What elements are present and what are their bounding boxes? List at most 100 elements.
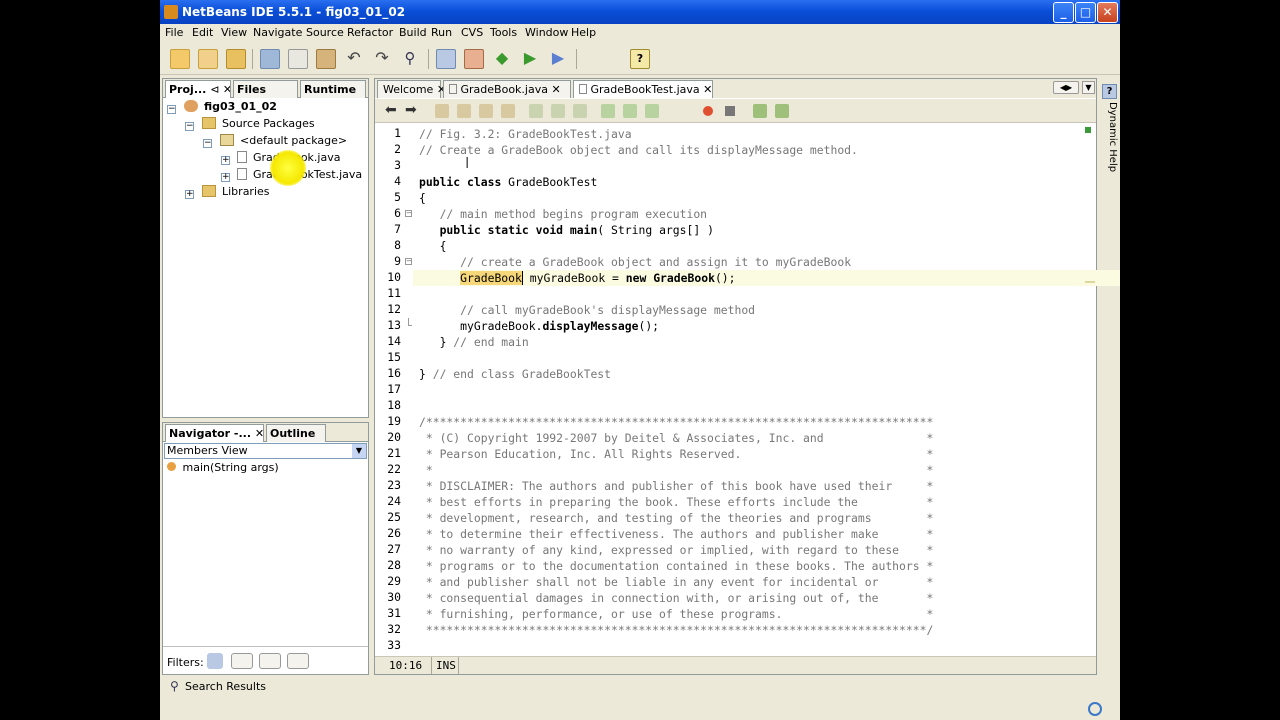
code-line[interactable]: * development, research, and testing of … — [419, 510, 934, 526]
tab-navigator[interactable]: Navigator -... ✕ — [165, 424, 264, 442]
tab-gradebooktest-java[interactable]: GradeBookTest.java ✕ — [573, 80, 713, 98]
code-line[interactable]: public class GradeBookTest — [419, 174, 597, 190]
code-line[interactable]: } // end class GradeBookTest — [419, 366, 611, 382]
code-line[interactable]: { — [419, 190, 426, 206]
menu-window[interactable]: Window — [525, 26, 568, 39]
find-next-icon[interactable] — [457, 104, 471, 118]
debug-icon[interactable]: ▶ — [520, 49, 540, 69]
code-area[interactable]: // Fig. 3.2: GradeBookTest.java// Create… — [413, 124, 1120, 654]
scroll-tabs-icon[interactable]: ◀▶ — [1053, 81, 1079, 94]
code-line[interactable]: // create a GradeBook object and assign … — [419, 254, 851, 270]
minimize-button[interactable]: _ — [1053, 2, 1074, 23]
tab-runtime[interactable]: Runtime — [300, 80, 366, 98]
forward-icon[interactable]: ➡ — [405, 102, 417, 118]
new-file-icon[interactable] — [170, 49, 190, 69]
menu-navigate[interactable]: Navigate — [253, 26, 302, 39]
tree-item-source-packages[interactable]: − Source Packages — [185, 116, 315, 133]
member-item[interactable]: main(String args) — [167, 460, 279, 477]
filter-fields-icon[interactable] — [207, 653, 223, 669]
code-line[interactable]: // Fig. 3.2: GradeBookTest.java — [419, 126, 632, 142]
code-line[interactable]: * consequential damages in connection wi… — [419, 590, 934, 606]
toggle-bookmark-icon[interactable] — [573, 104, 587, 118]
code-line[interactable]: * Pearson Education, Inc. All Rights Res… — [419, 446, 934, 462]
stop-macro-icon[interactable] — [725, 106, 735, 116]
code-line[interactable]: GradeBook myGradeBook = new GradeBook(); — [413, 270, 1120, 286]
new-project-icon[interactable] — [198, 49, 218, 69]
expand-icon[interactable]: + — [221, 173, 230, 182]
tab-files[interactable]: Files — [233, 80, 298, 98]
clean-build-icon[interactable] — [464, 49, 484, 69]
title-bar[interactable]: NetBeans IDE 5.5.1 - fig03_01_02 _ □ ✕ — [160, 0, 1120, 24]
code-line[interactable]: /***************************************… — [419, 414, 933, 430]
expand-icon[interactable]: + — [221, 156, 230, 165]
shift-left-icon[interactable] — [601, 104, 615, 118]
code-line[interactable]: // call myGradeBook's displayMessage met… — [419, 302, 755, 318]
code-line[interactable]: } // end main — [419, 334, 529, 350]
code-line[interactable]: { — [419, 238, 447, 254]
tab-outline[interactable]: Outline — [266, 424, 326, 442]
code-line[interactable]: * (C) Copyright 1992-2007 by Deitel & As… — [419, 430, 934, 446]
code-line[interactable]: * no warranty of any kind, expressed or … — [419, 542, 934, 558]
undo-icon[interactable]: ↶ — [344, 49, 364, 69]
toggle-highlight-icon[interactable] — [501, 104, 515, 118]
redo-icon[interactable]: ↷ — [372, 49, 392, 69]
filter-static-icon[interactable] — [231, 653, 253, 669]
help-icon[interactable]: ? — [630, 49, 650, 69]
code-line[interactable]: * DISCLAIMER: The authors and publisher … — [419, 478, 934, 494]
code-line[interactable]: ****************************************… — [419, 622, 934, 638]
profile-icon[interactable]: ▶ — [548, 49, 568, 69]
back-icon[interactable]: ⬅ — [385, 102, 397, 118]
previous-bookmark-icon[interactable] — [529, 104, 543, 118]
menu-view[interactable]: View — [221, 26, 247, 39]
help-icon[interactable]: ? — [1102, 84, 1117, 99]
code-line[interactable]: * programs or to the documentation conta… — [419, 558, 934, 574]
cut-icon[interactable] — [260, 49, 280, 69]
code-line[interactable]: * furnishing, performance, or use of the… — [419, 606, 934, 622]
menu-build[interactable]: Build — [399, 26, 427, 39]
maximize-button[interactable]: □ — [1075, 2, 1096, 23]
menu-edit[interactable]: Edit — [192, 26, 213, 39]
fold-collapse-icon[interactable]: − — [405, 210, 412, 217]
filter-nonpublic-icon[interactable] — [259, 653, 281, 669]
code-line[interactable]: // Create a GradeBook object and call it… — [419, 142, 858, 158]
record-macro-icon[interactable] — [703, 106, 713, 116]
members-view-select[interactable]: Members View ▼ — [164, 443, 367, 459]
tab-projects[interactable]: Proj... ⊲ ✕ — [165, 80, 231, 98]
collapse-icon[interactable]: − — [203, 139, 212, 148]
start-macro-icon[interactable] — [645, 104, 659, 118]
run-icon[interactable]: ◆ — [492, 49, 512, 69]
menu-tools[interactable]: Tools — [490, 26, 517, 39]
uncomment-icon[interactable] — [775, 104, 789, 118]
tree-item-libraries[interactable]: + Libraries — [185, 184, 270, 201]
fold-collapse-icon[interactable]: − — [405, 258, 412, 265]
find-icon[interactable]: ⚲ — [400, 49, 420, 69]
code-line[interactable]: myGradeBook.displayMessage(); — [419, 318, 659, 334]
close-button[interactable]: ✕ — [1097, 2, 1118, 23]
copy-icon[interactable] — [288, 49, 308, 69]
open-project-icon[interactable] — [226, 49, 246, 69]
menu-refactor[interactable]: Refactor — [347, 26, 393, 39]
menu-help[interactable]: Help — [571, 26, 596, 39]
collapse-icon[interactable]: − — [167, 105, 176, 114]
collapse-icon[interactable]: − — [185, 122, 194, 131]
menu-source[interactable]: Source — [306, 26, 344, 39]
code-line[interactable]: public static void main( String args[] ) — [419, 222, 714, 238]
chevron-down-icon[interactable]: ▼ — [352, 444, 366, 458]
build-icon[interactable] — [436, 49, 456, 69]
code-line[interactable]: * and publisher shall not be liable in a… — [419, 574, 934, 590]
code-line[interactable]: * * — [419, 462, 934, 478]
filter-inherited-icon[interactable] — [287, 653, 309, 669]
find-previous-icon[interactable] — [435, 104, 449, 118]
expand-icon[interactable]: + — [185, 190, 194, 199]
code-line[interactable]: * best efforts in preparing the book. Th… — [419, 494, 934, 510]
tree-item-default-package[interactable]: − <default package> — [203, 133, 347, 150]
shift-right-icon[interactable] — [623, 104, 637, 118]
find-selection-icon[interactable] — [479, 104, 493, 118]
search-results-tab[interactable]: Search Results — [185, 680, 266, 693]
menu-cvs[interactable]: CVS — [461, 26, 483, 39]
tab-list-icon[interactable]: ▼ — [1082, 81, 1095, 94]
code-line[interactable]: // main method begins program execution — [419, 206, 707, 222]
menu-run[interactable]: Run — [431, 26, 452, 39]
code-line[interactable]: * to determine their effectiveness. The … — [419, 526, 934, 542]
tab-welcome[interactable]: Welcome ✕ — [377, 80, 446, 98]
